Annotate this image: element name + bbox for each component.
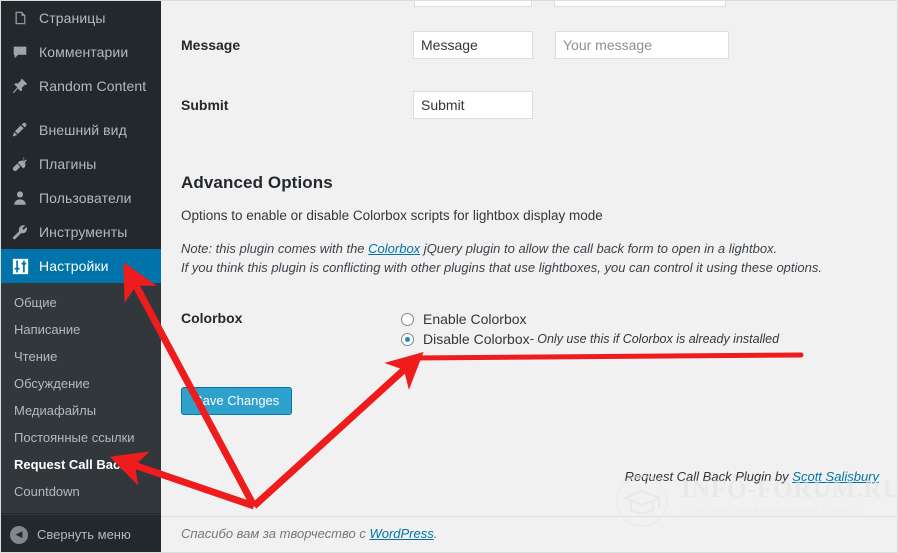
submenu-item-6[interactable]: Постоянные ссылки	[1, 424, 161, 451]
submenu-item-5[interactable]: Медиафайлы	[1, 397, 161, 424]
advanced-options-title: Advanced Options	[181, 173, 333, 192]
sidebar-item-5[interactable]: Плагины	[1, 147, 161, 181]
plugin-author-link[interactable]: Scott Salisbury	[792, 469, 879, 484]
sidebar-item-label: Пользователи	[39, 190, 132, 206]
pin-icon	[9, 76, 31, 96]
sidebar-item-label: Внешний вид	[39, 122, 127, 138]
paintbrush-icon	[9, 120, 31, 140]
collapse-menu-label: Свернуть меню	[37, 527, 131, 542]
colorbox-setting-row: Colorbox Enable Colorbox Disable Colorbo…	[181, 309, 879, 349]
submit-row-fields	[413, 91, 533, 119]
sidebar-item-label: Плагины	[39, 156, 97, 172]
sidebar-item-label: Настройки	[39, 258, 109, 274]
sidebar-item-3[interactable]: Random Content	[1, 69, 161, 103]
colorbox-radio-group: Enable Colorbox Disable Colorbox - Only …	[401, 309, 779, 349]
advanced-options-description: Options to enable or disable Colorbox sc…	[181, 208, 603, 223]
admin-footer: Спасибо вам за творчество с WordPress.	[161, 516, 897, 552]
radio-enable-colorbox[interactable]: Enable Colorbox	[401, 309, 779, 329]
wrench-icon	[9, 222, 31, 242]
clipped-input-right[interactable]	[554, 1, 726, 7]
submit-row-label: Submit	[181, 97, 229, 113]
radio-disable-colorbox[interactable]: Disable Colorbox - Only use this if Colo…	[401, 329, 779, 349]
admin-menu-list: Страницы Комментарии Random Content Внешний…	[1, 1, 169, 283]
note-text-post: jQuery plugin to allow the call back for…	[420, 241, 778, 256]
sidebar-item-label: Random Content	[39, 78, 147, 94]
wordpress-link[interactable]: WordPress	[369, 526, 433, 541]
sidebar-item-1[interactable]: Страницы	[1, 1, 161, 35]
submenu-item-7[interactable]: Request Call Back	[1, 451, 161, 478]
collapse-menu-button[interactable]: ◀ Свернуть меню	[1, 514, 161, 552]
radio-enable-indicator[interactable]	[401, 312, 414, 326]
sidebar-item-8[interactable]: Настройки	[1, 249, 169, 283]
submenu-item-4[interactable]: Обсуждение	[1, 370, 161, 397]
note-text-pre: Note: this plugin comes with the	[181, 241, 369, 256]
comments-icon	[9, 42, 31, 62]
sidebar-item-label: Страницы	[39, 10, 106, 26]
submit-form-row: Submit	[181, 59, 879, 119]
sidebar-item-label: Инструменты	[39, 224, 128, 240]
footer-thanks-post: .	[433, 526, 438, 541]
radio-disable-indicator[interactable]	[401, 332, 414, 346]
message-form-row: Message	[181, 1, 879, 59]
submenu-item-1[interactable]: Общие	[1, 289, 161, 316]
radio-disable-hint: - Only use this if Colorbox is already i…	[529, 332, 780, 346]
wordpress-admin-screenshot: Страницы Комментарии Random Content Внешний…	[0, 0, 898, 553]
admin-sidebar: Страницы Комментарии Random Content Внешний…	[1, 1, 169, 552]
sidebar-item-4[interactable]: Внешний вид	[1, 113, 161, 147]
user-icon	[9, 188, 31, 208]
message-row-label: Message	[181, 37, 241, 53]
sidebar-item-2[interactable]: Комментарии	[1, 35, 161, 69]
colorbox-row-label: Colorbox	[181, 310, 243, 326]
sidebar-item-7[interactable]: Инструменты	[1, 215, 161, 249]
plugin-credit: Request Call Back Plugin by Scott Salisb…	[625, 469, 879, 484]
radio-disable-label: Disable Colorbox	[423, 331, 530, 347]
footer-thanks-pre: Спасибо вам за творчество с	[181, 526, 370, 541]
submenu-item-8[interactable]: Countdown	[1, 478, 161, 505]
plugin-credit-text: Request Call Back Plugin by	[624, 469, 793, 484]
plug-icon	[9, 154, 31, 174]
settings-submenu: Общие Написание Чтение Обсуждение Медиафайлы…	[1, 283, 161, 513]
pages-icon	[9, 8, 31, 28]
main-content: Message Submit Advanced Options Options …	[161, 1, 897, 552]
sidebar-item-label: Комментарии	[39, 44, 129, 60]
submenu-item-3[interactable]: Чтение	[1, 343, 161, 370]
footer-thanks: Спасибо вам за творчество с WordPress.	[181, 526, 437, 541]
sliders-icon	[9, 256, 31, 276]
message-placeholder-input[interactable]	[555, 31, 729, 59]
colorbox-link[interactable]: Colorbox	[368, 241, 420, 256]
clipped-input-left[interactable]	[414, 1, 532, 7]
chevron-left-circle-icon: ◀	[10, 525, 28, 544]
save-changes-button[interactable]: Save Changes	[181, 387, 293, 415]
submenu-item-2[interactable]: Написание	[1, 316, 161, 343]
advanced-options-note: Note: this plugin comes with the Colorbo…	[181, 239, 879, 277]
submit-label-input[interactable]	[413, 91, 533, 119]
radio-enable-label: Enable Colorbox	[423, 311, 527, 327]
note-text-line2: If you think this plugin is conflicting …	[181, 260, 822, 275]
sidebar-item-6[interactable]: Пользователи	[1, 181, 161, 215]
message-label-input[interactable]	[413, 31, 533, 59]
message-row-fields	[413, 31, 729, 59]
clipped-form-row-above	[414, 1, 726, 7]
